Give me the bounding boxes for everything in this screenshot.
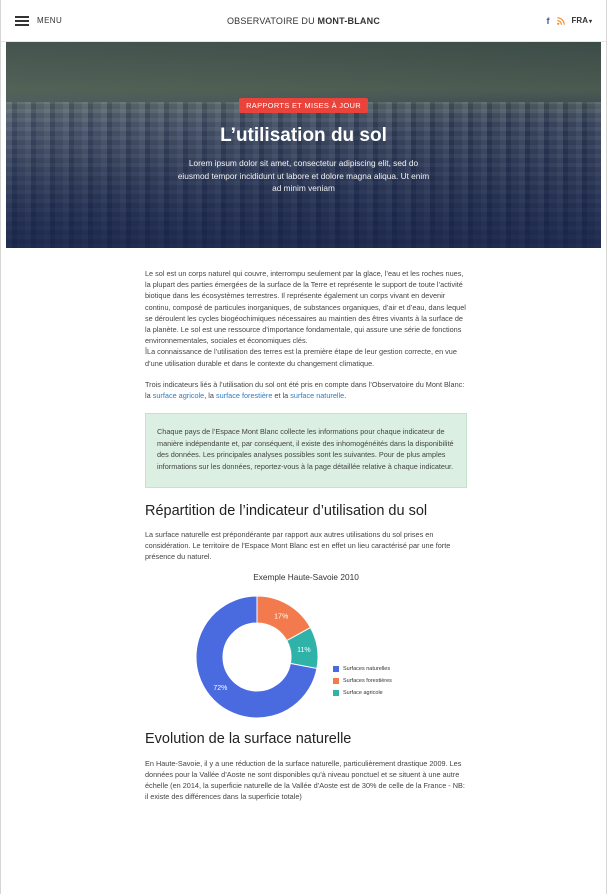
separator-1: , la	[204, 391, 216, 401]
donut-label-1: 17%	[274, 613, 288, 620]
legend-swatch	[333, 678, 339, 685]
rss-icon[interactable]	[556, 16, 565, 25]
intro-paragraph: Le sol est un corps naturel qui couvre, …	[145, 268, 467, 369]
hero-banner: RAPPORTS ET MISES À JOUR L’utilisation d…	[6, 42, 601, 248]
legend-label: Surfaces forestières	[343, 678, 392, 685]
menu-label: MENU	[37, 16, 63, 25]
site-title-prefix: OBSERVATOIRE DU	[226, 15, 318, 26]
legend-swatch	[333, 690, 339, 697]
hero-description: Lorem ipsum dolor sit amet, consectetur …	[177, 158, 430, 193]
legend-swatch	[333, 666, 339, 673]
category-tag[interactable]: RAPPORTS ET MISES À JOUR	[239, 98, 368, 113]
hamburger-icon	[15, 15, 29, 26]
link-surface-agricole[interactable]: surface agricole	[153, 391, 205, 400]
separator-2: et la	[272, 391, 291, 401]
language-label: FRA	[571, 16, 588, 25]
legend-item[interactable]: Surfaces forestières	[333, 675, 392, 687]
chart-legend: Surfaces naturelles Surfaces forestières S…	[333, 663, 392, 699]
donut-label-0: 72%	[213, 684, 227, 691]
link-surface-forestiere[interactable]: surface forestière	[216, 391, 272, 400]
section-title-evolution: Evolution de la surface naturelle	[145, 731, 352, 748]
page: MENU OBSERVATOIRE DU MONT-BLANC f FRA▾ R…	[0, 0, 607, 894]
legend-item[interactable]: Surface agricole	[333, 687, 392, 699]
page-title: L’utilisation du sol	[220, 125, 387, 146]
hero-content: RAPPORTS ET MISES À JOUR L’utilisation d…	[6, 42, 601, 248]
intro-text: Le sol est un corps naturel qui couvre, …	[145, 269, 466, 346]
info-note: Chaque pays de l’Espace Mont Blanc colle…	[145, 413, 467, 488]
donut-chart-svg: 72% 17% 11%	[195, 595, 319, 719]
section-title-repartition: Répartition de l’indicateur d’utilisatio…	[145, 502, 428, 519]
link-surface-naturelle[interactable]: surface naturelle	[290, 391, 344, 400]
donut-label-2: 11%	[297, 647, 311, 654]
article-body: Le sol est un corps naturel qui couvre, …	[145, 268, 467, 802]
section-repartition-text: La surface naturelle est prépondérante p…	[145, 529, 451, 562]
indicators-suffix: .	[344, 391, 347, 401]
facebook-icon[interactable]: f	[547, 16, 550, 26]
section-evolution-text: En Haute-Savoie, il y a une réduction de…	[145, 758, 465, 802]
top-bar: MENU OBSERVATOIRE DU MONT-BLANC f FRA▾	[1, 0, 606, 42]
header-tools: f FRA▾	[547, 16, 592, 26]
menu-button[interactable]: MENU	[15, 15, 63, 26]
intro-text-2: ÎLa connaissance de l’utilisation des te…	[145, 347, 457, 368]
language-selector[interactable]: FRA▾	[572, 16, 592, 25]
site-title: OBSERVATOIRE DU MONT-BLANC	[1, 16, 606, 26]
donut-chart: Exemple Haute-Savoie 2010 72% 17% 11% Surf…	[145, 572, 467, 722]
chevron-down-icon: ▾	[588, 19, 592, 25]
legend-label: Surfaces naturelles	[343, 666, 391, 673]
legend-item[interactable]: Surfaces naturelles	[333, 663, 392, 675]
chart-title: Exemple Haute-Savoie 2010	[253, 572, 359, 583]
indicators-paragraph: Trois indicateurs liés à l’utilisation d…	[145, 379, 467, 401]
legend-label: Surface agricole	[343, 690, 383, 697]
site-title-bold: MONT-BLANC	[317, 15, 381, 26]
